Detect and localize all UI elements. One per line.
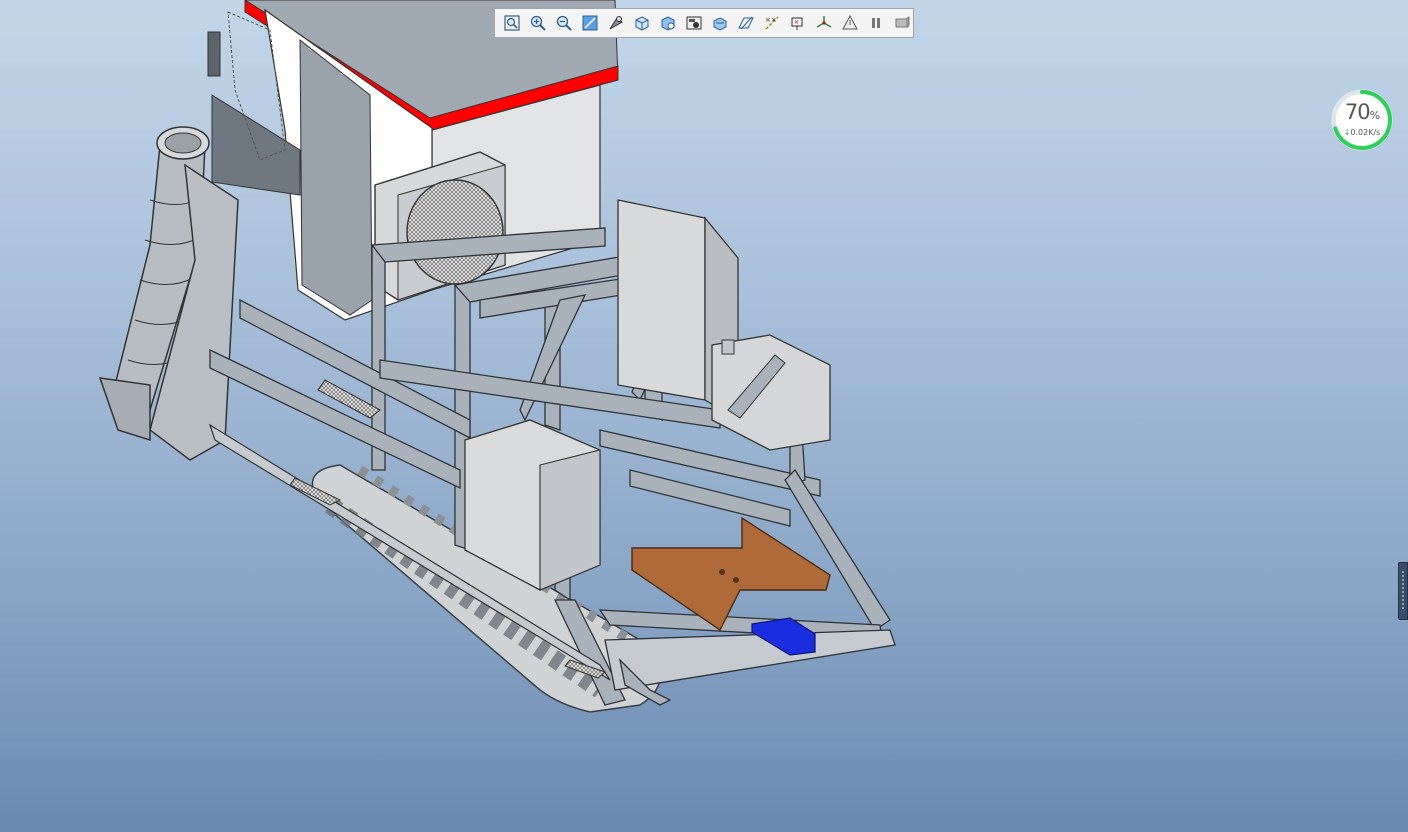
cube-view-icon[interactable] [629, 10, 655, 36]
repaint-icon[interactable] [577, 10, 603, 36]
camera-icon[interactable] [681, 10, 707, 36]
point-icon[interactable]: × [785, 10, 811, 36]
grip-icon [1402, 571, 1404, 611]
pause-icon[interactable] [863, 10, 889, 36]
shading-icon[interactable] [603, 10, 629, 36]
percent-value: 70 [1344, 100, 1371, 124]
side-panel-handle[interactable] [1398, 562, 1408, 620]
section-icon[interactable] [707, 10, 733, 36]
harvester-model[interactable] [0, 0, 1408, 832]
network-speed: ↓0.02K/s [1330, 128, 1394, 137]
plane-icon[interactable] [733, 10, 759, 36]
svg-text:××: ×× [765, 16, 777, 24]
speed-value: 0.02K/s [1350, 128, 1381, 137]
axis-icon[interactable]: ×× [759, 10, 785, 36]
zoom-fit-icon[interactable] [499, 10, 525, 36]
graphics-toolbar: ×× × [494, 8, 914, 38]
network-speed-widget[interactable]: 70% ↓0.02K/s [1330, 88, 1394, 152]
zoom-in-icon[interactable] [525, 10, 551, 36]
coordinate-system-icon[interactable] [811, 10, 837, 36]
spin-center-icon[interactable] [889, 10, 915, 36]
svg-text:×: × [794, 19, 799, 26]
view-manager-icon[interactable] [655, 10, 681, 36]
zoom-out-icon[interactable] [551, 10, 577, 36]
3d-viewport[interactable]: ×× × 70% ↓0.02K/s [0, 0, 1408, 832]
annotation-icon[interactable] [837, 10, 863, 36]
network-percent: 70% [1330, 100, 1394, 124]
percent-unit: % [1369, 109, 1381, 122]
